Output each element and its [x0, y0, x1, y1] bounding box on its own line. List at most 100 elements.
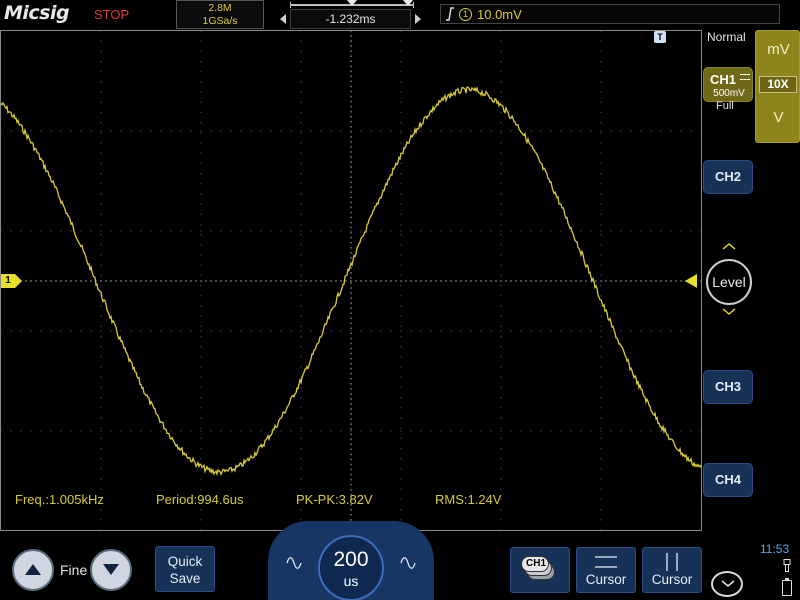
- grid-dot: [490, 230, 492, 232]
- trigger-delay-value[interactable]: -1.232ms: [290, 9, 411, 29]
- left-arrow-icon[interactable]: [280, 14, 286, 24]
- trigger-level-marker-icon[interactable]: [685, 274, 697, 288]
- grid-dot: [350, 430, 352, 432]
- sine-wave-icon[interactable]: [400, 557, 416, 569]
- ch1-button[interactable]: CH1 500mV: [703, 67, 753, 102]
- channel-reference-button[interactable]: CH1: [510, 547, 570, 593]
- timebase-control[interactable]: 200 us: [268, 521, 434, 600]
- grid-dot: [210, 230, 212, 232]
- horizontal-cursor-button[interactable]: Cursor: [576, 547, 636, 593]
- fine-down-button[interactable]: [90, 549, 132, 591]
- grid-dot: [300, 335, 302, 338]
- trigger-settings[interactable]: 1 10.0mV: [440, 4, 780, 24]
- grid-dot: [430, 230, 432, 232]
- ch3-button[interactable]: CH3: [703, 370, 753, 404]
- grid-dot: [500, 437, 502, 439]
- grid-dot: [200, 152, 202, 154]
- trigger-mode[interactable]: Normal: [707, 30, 746, 44]
- sine-wave-icon[interactable]: [286, 557, 302, 569]
- fine-up-button[interactable]: [12, 549, 54, 591]
- bottom-toolbar: Fine Quick Save 200 us CH1 Cursor Cursor…: [0, 521, 800, 600]
- grid-dot: [200, 183, 202, 185]
- grid-dot: [100, 330, 102, 332]
- grid-dot: [100, 407, 102, 409]
- grid-dot: [500, 295, 502, 297]
- grid-dot: [400, 366, 402, 368]
- pkpk-measurement[interactable]: PK-PK:3.82V: [296, 492, 373, 507]
- grid-dot: [200, 295, 202, 297]
- grid-dot: [350, 151, 352, 153]
- grid-dot: [600, 519, 602, 521]
- grid-dot: [250, 430, 252, 432]
- grid-dot: [330, 330, 332, 332]
- grid-dot: [390, 280, 392, 282]
- grid-dot: [620, 230, 622, 232]
- horizontal-position-control[interactable]: -1.232ms: [280, 0, 425, 30]
- grid-dot: [340, 330, 342, 332]
- acquisition-info[interactable]: 2.8M 1GSa/s: [176, 0, 264, 29]
- grid-dot: [480, 130, 482, 132]
- grid-dot: [1, 230, 2, 232]
- grid-dot: [200, 366, 202, 368]
- menu-expand-button[interactable]: [711, 571, 743, 597]
- timebase-knob[interactable]: 200 us: [318, 535, 384, 600]
- grid-dot: [300, 417, 302, 419]
- grid-dot: [200, 254, 202, 256]
- grid-dot: [350, 322, 352, 325]
- grid-dot: [500, 142, 502, 144]
- ch4-button[interactable]: CH4: [703, 463, 753, 497]
- grid-dot: [110, 330, 112, 332]
- grid-dot: [350, 317, 352, 320]
- chevron-up-icon[interactable]: [722, 242, 736, 250]
- period-measurement[interactable]: Period:994.6us: [156, 492, 243, 507]
- grid-dot: [410, 230, 412, 232]
- grid-dot: [40, 280, 42, 282]
- quick-save-button[interactable]: Quick Save: [155, 546, 215, 592]
- grid-dot: [90, 230, 92, 232]
- grid-dot: [350, 45, 352, 47]
- grid-dot: [140, 430, 142, 432]
- unit-mv-option[interactable]: mV: [756, 41, 800, 58]
- unit-v-option[interactable]: V: [756, 109, 800, 126]
- run-stop-status[interactable]: STOP: [94, 7, 129, 22]
- grid-dot: [560, 130, 562, 132]
- grid-dot: [600, 386, 602, 389]
- grid-dot: [430, 130, 432, 132]
- ch2-button[interactable]: CH2: [703, 160, 753, 194]
- grid-dot: [90, 430, 92, 432]
- ch1-offset-marker[interactable]: 1: [1, 274, 22, 288]
- grid-dot: [645, 280, 647, 282]
- grid-dot: [165, 280, 167, 282]
- grid-dot: [400, 162, 402, 164]
- grid-dot: [220, 330, 222, 332]
- grid-dot: [600, 330, 602, 332]
- unit-selector[interactable]: mV 10X V: [755, 30, 800, 143]
- grid-dot: [220, 430, 222, 432]
- probe-ratio-button[interactable]: 10X: [759, 76, 797, 93]
- quick-save-label-line1: Quick: [167, 554, 203, 569]
- grid-dot: [500, 183, 502, 185]
- grid-dot: [30, 230, 32, 232]
- freq-measurement[interactable]: Freq.:1.005kHz: [15, 492, 104, 507]
- grid-dot: [100, 274, 102, 277]
- grid-dot: [400, 172, 402, 175]
- horizontal-cursor-icon: [595, 556, 617, 568]
- trigger-level-button[interactable]: Level: [706, 259, 752, 305]
- grid-dot: [400, 274, 402, 277]
- trigger-time-marker[interactable]: T: [654, 31, 666, 43]
- right-arrow-icon[interactable]: [415, 14, 421, 24]
- grid-dot: [500, 152, 502, 154]
- grid-dot: [180, 330, 182, 332]
- waveform-display[interactable]: T 1 Freq.:1.005kHz Period:994.6us PK-PK:…: [0, 30, 702, 531]
- grid-dot: [90, 330, 92, 332]
- grid-dot: [85, 280, 87, 282]
- chevron-down-icon[interactable]: [722, 308, 736, 316]
- grid-dot: [200, 478, 202, 480]
- vertical-cursor-button[interactable]: Cursor: [642, 547, 702, 593]
- grid-dot: [470, 280, 472, 282]
- grid-dot: [200, 31, 202, 32]
- grid-dot: [180, 430, 182, 432]
- quick-save-label-line2: Save: [169, 571, 201, 586]
- grid-dot: [520, 430, 522, 432]
- rms-measurement[interactable]: RMS:1.24V: [435, 492, 501, 507]
